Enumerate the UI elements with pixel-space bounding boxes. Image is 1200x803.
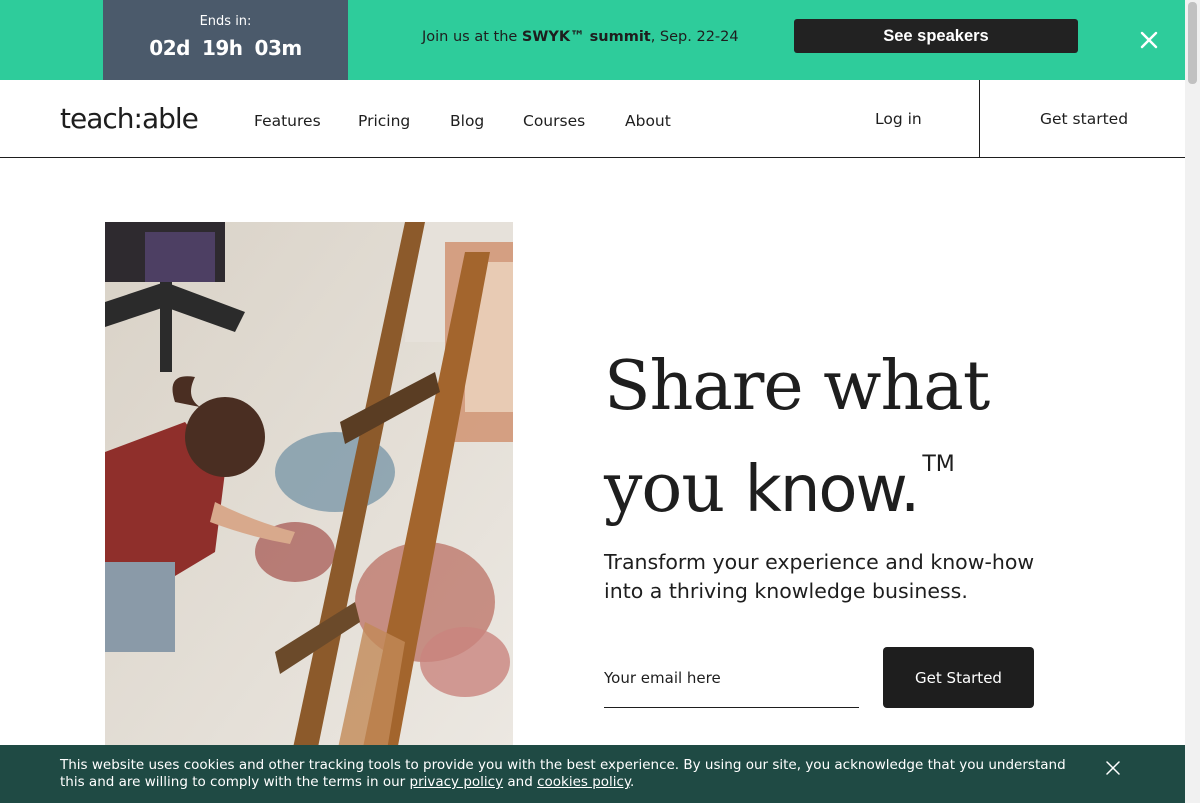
close-icon[interactable] — [1136, 27, 1162, 53]
countdown-minutes: 03m — [254, 36, 303, 60]
nav-divider — [979, 80, 980, 158]
cookie-text-middle: and — [503, 774, 538, 790]
see-speakers-button[interactable]: See speakers — [794, 19, 1078, 53]
hero-headline-line1: Share what — [604, 347, 990, 426]
promo-banner: Ends in: 02d 19h 03m Join us at the SWYK™ … — [0, 0, 1185, 80]
countdown-timer: 02d 19h 03m — [103, 36, 348, 60]
nav-link-pricing[interactable]: Pricing — [358, 112, 410, 130]
hero-headline-serif: you — [604, 449, 745, 528]
cookie-banner: This website uses cookies and other trac… — [0, 745, 1185, 803]
promo-text-before: Join us at the — [422, 29, 522, 45]
hero-headline-know: know. — [744, 453, 921, 527]
privacy-policy-link[interactable]: privacy policy — [410, 774, 504, 790]
login-link[interactable]: Log in — [875, 110, 922, 128]
get-started-nav-link[interactable]: Get started — [1040, 110, 1128, 128]
get-started-button[interactable]: Get Started — [883, 647, 1034, 708]
cookies-policy-link[interactable]: cookies policy — [537, 774, 630, 790]
nav-link-courses[interactable]: Courses — [523, 112, 585, 130]
hero-subheading: Transform your experience and know-how i… — [604, 550, 1035, 603]
countdown-days: 02d — [149, 36, 190, 60]
countdown: Ends in: 02d 19h 03m — [103, 0, 348, 80]
hero-headline: Share what you know. TM — [604, 348, 1064, 529]
hero-photo — [105, 222, 513, 762]
promo-text-after: , Sep. 22-24 — [650, 29, 739, 45]
scrollbar[interactable] — [1185, 0, 1200, 803]
promo-event-name: SWYK™ summit — [521, 29, 651, 45]
logo[interactable]: teach:able — [60, 102, 199, 135]
email-input[interactable] — [604, 648, 859, 708]
nav-link-features[interactable]: Features — [254, 112, 321, 130]
main-nav: teach:able Features Pricing Blog Courses… — [0, 80, 1185, 158]
close-icon[interactable] — [1104, 759, 1122, 777]
cookie-text-after: . — [630, 774, 635, 790]
scrollbar-thumb[interactable] — [1188, 2, 1197, 84]
nav-link-about[interactable]: About — [625, 112, 671, 130]
trademark: TM — [922, 452, 955, 477]
cookie-message: This website uses cookies and other trac… — [60, 757, 1080, 791]
nav-link-blog[interactable]: Blog — [450, 112, 484, 130]
promo-message: Join us at the SWYK™ summit, Sep. 22-24 — [422, 29, 739, 45]
hero-headline-line2: you know. TM — [604, 426, 1064, 529]
countdown-hours: 19h — [201, 36, 243, 60]
countdown-label: Ends in: — [199, 14, 252, 29]
